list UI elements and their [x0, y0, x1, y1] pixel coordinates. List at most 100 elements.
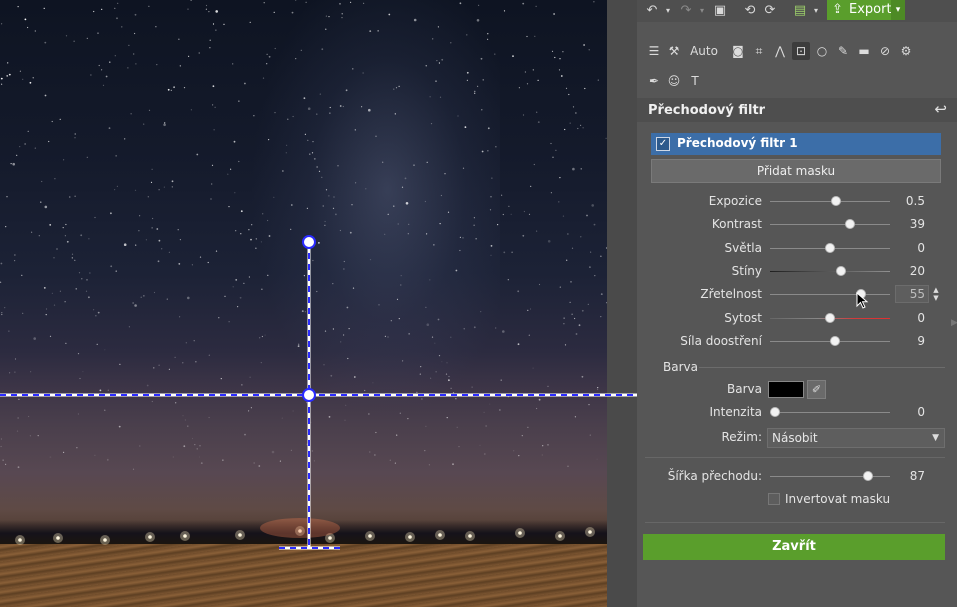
back-arrow-icon[interactable]: ↩ [934, 100, 947, 118]
slider-value: 9 [917, 334, 925, 348]
perspective-icon[interactable]: ⋀ [771, 42, 789, 60]
slider-knob[interactable] [825, 243, 835, 253]
rotate-left-icon[interactable]: ⟲ [741, 2, 759, 20]
slider-knob[interactable] [829, 336, 840, 346]
horizon-light [438, 533, 442, 537]
horizon-light [468, 534, 472, 538]
invert-mask-label: Invertovat masku [785, 492, 891, 506]
export-dropdown-button[interactable]: ▾ [891, 0, 905, 20]
slider-row-1: Kontrast 39 [637, 215, 957, 235]
horizon-light [183, 534, 187, 538]
pen-icon[interactable]: ✒ [645, 72, 663, 90]
color-label: Barva [727, 382, 762, 396]
slider-value: 0.5 [905, 194, 925, 208]
export-icon: ⇪ [832, 2, 843, 17]
close-button[interactable]: Zavřít [643, 534, 945, 560]
slider-row-5: Sytost 0 [637, 309, 957, 329]
slider-label: Síla doostření [680, 334, 762, 348]
brush-icon[interactable]: ✎ [834, 42, 852, 60]
slider-knob[interactable] [845, 219, 856, 229]
gear-icon[interactable]: ⚙ [897, 42, 915, 60]
gradient-filter-icon[interactable]: ⊡ [792, 42, 810, 60]
export-label: Export [849, 2, 892, 17]
slider-row-0: Expozice 0.5 [637, 192, 957, 212]
image-icon[interactable]: ▣ [711, 2, 729, 20]
separator [645, 457, 945, 458]
slider-knob[interactable] [835, 266, 846, 276]
slider-label: Kontrast [711, 217, 762, 231]
horizon-light [558, 534, 562, 538]
slider-row-2: Světla 0 [637, 239, 957, 259]
mode-select[interactable]: Násobit ▼ [767, 428, 945, 448]
panel-collapse-icon[interactable]: ▶ [951, 318, 957, 332]
auto-button[interactable]: Auto [687, 42, 721, 60]
slider-value: 39 [909, 217, 925, 231]
slider-track[interactable] [770, 201, 890, 202]
filter-name: Přechodový filtr 1 [677, 136, 798, 150]
top-toolbar: ↶ ▾ ↷ ▾ ▣ ⟲ ⟳ ▤ ▾ ⇪ Export ▾ [637, 0, 957, 22]
horizon-light [18, 538, 22, 542]
slider-row-3: Stíny 20 [637, 262, 957, 282]
color-swatch[interactable] [768, 381, 804, 398]
save-dropdown-icon[interactable]: ▾ [807, 2, 825, 20]
intensity-label: Intenzita [709, 405, 762, 419]
text-icon[interactable]: T [686, 72, 704, 90]
slider-label: Zřetelnost [700, 287, 762, 301]
redo-dropdown-icon[interactable]: ▾ [693, 2, 711, 20]
transition-value: 87 [909, 469, 925, 483]
separator [645, 522, 945, 523]
photo-canvas[interactable] [0, 0, 607, 607]
circle-icon[interactable]: ○ [813, 42, 831, 60]
color-heading: Barva [663, 360, 698, 374]
invert-mask-checkbox[interactable] [768, 493, 780, 505]
sliders-icon[interactable]: ☰ [645, 42, 663, 60]
horizon-light [56, 536, 60, 540]
horizon-light [103, 538, 107, 542]
tool-bar: ☰ ⚒ Auto ◙ ⌗ ⋀ ⊡ ○ ✎ ▬ ⊘ ⚙ ✒ ☺ T [645, 40, 945, 90]
slider-value: 0 [917, 311, 925, 325]
eyedropper-icon[interactable]: ✐ [807, 380, 826, 399]
add-mask-button[interactable]: Přidat masku [651, 159, 941, 183]
filter-list-item[interactable]: ✓ Přechodový filtr 1 [651, 133, 941, 155]
intensity-value: 0 [917, 405, 925, 419]
rotate-right-icon[interactable]: ⟳ [761, 2, 779, 20]
mode-value: Násobit [772, 431, 818, 445]
panel-gap [607, 0, 637, 607]
slider-track[interactable] [770, 294, 890, 295]
mask-icon[interactable]: ☺ [665, 72, 683, 90]
horizon-light [518, 531, 522, 535]
mouse-cursor-icon [856, 292, 869, 309]
intensity-knob[interactable] [769, 407, 780, 417]
horizon-light [238, 533, 242, 537]
slider-label: Sytost [724, 311, 762, 325]
camera-icon[interactable]: ◙ [729, 42, 747, 60]
transition-knob[interactable] [863, 471, 874, 481]
undo-dropdown-icon[interactable]: ▾ [659, 2, 677, 20]
eraser-icon[interactable]: ▬ [855, 42, 873, 60]
slider-label: Stíny [731, 264, 762, 278]
section-header: Přechodový filtr ↩ [637, 98, 957, 122]
slider-track[interactable] [770, 271, 890, 272]
horizon-light [328, 536, 332, 540]
slider-value: 0 [917, 241, 925, 255]
section-title: Přechodový filtr [648, 103, 766, 118]
slider-row-4: Zřetelnost 55 ▲ ▼ [637, 285, 957, 305]
wand-icon[interactable]: ⚒ [665, 42, 683, 60]
color-divider [699, 367, 945, 368]
horizon-light [148, 535, 152, 539]
slider-knob[interactable] [831, 196, 841, 206]
intensity-track[interactable] [770, 412, 890, 413]
mode-label: Režim: [721, 430, 762, 444]
slider-row-6: Síla doostření 9 [637, 332, 957, 352]
slider-track[interactable] [770, 224, 890, 225]
value-spinbox[interactable]: 55 [895, 285, 929, 303]
spinner-arrows-icon[interactable]: ▲ ▼ [932, 286, 940, 302]
bandage-icon[interactable]: ⊘ [876, 42, 894, 60]
crop-icon[interactable]: ⌗ [750, 42, 768, 60]
slider-knob[interactable] [825, 313, 835, 323]
horizon-lights [15, 518, 595, 545]
slider-row-transition: Šířka přechodu: 87 [637, 467, 957, 487]
right-panel: ↶ ▾ ↷ ▾ ▣ ⟲ ⟳ ▤ ▾ ⇪ Export ▾ ☰ ⚒ Auto ◙ … [637, 0, 957, 607]
filter-checkbox[interactable]: ✓ [656, 137, 670, 151]
transition-label: Šířka přechodu: [667, 469, 762, 483]
